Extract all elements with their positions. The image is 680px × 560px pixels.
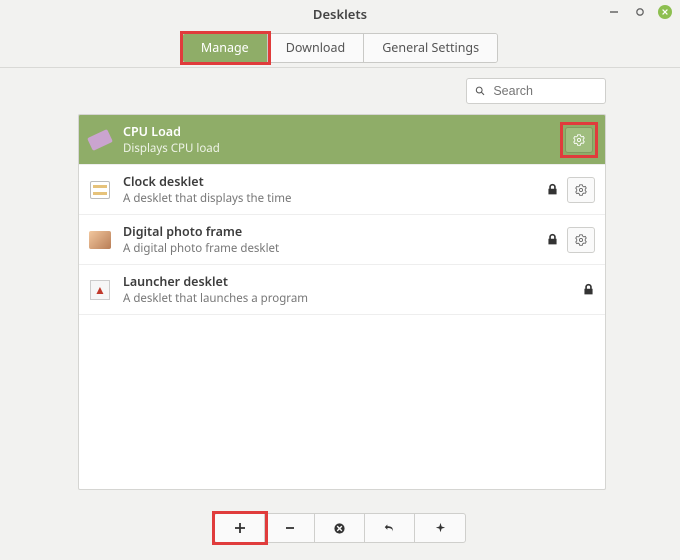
close-button[interactable] (658, 5, 672, 19)
tab-general-settings[interactable]: General Settings (364, 34, 497, 62)
tab-manage[interactable]: Manage (183, 34, 268, 62)
list-item[interactable]: ▲ Launcher desklet A desklet that launch… (79, 265, 605, 315)
toolbar-button-group (214, 513, 466, 543)
desklet-title: Launcher desklet (123, 273, 582, 290)
search-box[interactable] (466, 78, 606, 104)
gear-icon (574, 233, 588, 247)
list-item-text: CPU Load Displays CPU load (123, 123, 563, 156)
search-icon (475, 85, 485, 97)
titlebar: Desklets (0, 0, 680, 28)
gear-icon (572, 133, 586, 147)
highlight-manage-tab: Manage Download General Settings (180, 31, 500, 65)
desklet-subtitle: Displays CPU load (123, 141, 563, 156)
desklet-title: Digital photo frame (123, 223, 546, 240)
desklet-title: CPU Load (123, 123, 563, 140)
search-row (0, 68, 680, 110)
tab-label: General Settings (382, 39, 479, 56)
lock-icon (546, 233, 559, 246)
settings-button[interactable] (565, 127, 593, 153)
delete-icon (333, 522, 346, 535)
remove-button[interactable] (265, 514, 315, 542)
tab-label: Download (286, 39, 345, 56)
list-item-actions (563, 125, 595, 155)
minus-icon (284, 522, 296, 534)
tab-download[interactable]: Download (268, 34, 364, 62)
settings-button[interactable] (567, 227, 595, 253)
add-button[interactable] (215, 514, 265, 542)
list-item[interactable]: Clock desklet A desklet that displays th… (79, 165, 605, 215)
minimize-icon (609, 7, 619, 17)
upgrade-button[interactable] (415, 514, 465, 542)
content-area: CPU Load Displays CPU load Clock desk (0, 68, 680, 560)
tabs: Manage Download General Settings (182, 33, 498, 63)
desklet-icon: ▲ (89, 279, 111, 301)
desklet-subtitle: A desklet that launches a program (123, 291, 582, 306)
desklet-title: Clock desklet (123, 173, 546, 190)
minimize-button[interactable] (606, 4, 622, 20)
undo-icon (383, 521, 397, 535)
list-item[interactable]: CPU Load Displays CPU load (79, 115, 605, 165)
delete-button[interactable] (315, 514, 365, 542)
tab-label: Manage (201, 39, 249, 56)
list-item-actions (582, 283, 595, 296)
window-title: Desklets (313, 5, 367, 23)
desklet-subtitle: A digital photo frame desklet (123, 241, 546, 256)
search-input[interactable] (491, 83, 597, 99)
tabs-bar: Manage Download General Settings (0, 28, 680, 68)
sparkle-icon (434, 522, 447, 535)
maximize-icon (635, 7, 645, 17)
list-item[interactable]: Digital photo frame A digital photo fram… (79, 215, 605, 265)
lock-icon (582, 283, 595, 296)
list-item-text: Digital photo frame A digital photo fram… (123, 223, 546, 256)
desklet-list: CPU Load Displays CPU load Clock desk (78, 114, 606, 490)
bottom-toolbar (0, 512, 680, 544)
highlight-add-button (213, 512, 467, 544)
desklet-icon (89, 229, 111, 251)
window-controls (606, 4, 672, 20)
close-icon (661, 8, 669, 16)
lock-icon (546, 183, 559, 196)
gear-icon (574, 183, 588, 197)
plus-icon (234, 522, 246, 534)
highlight-settings-button (563, 125, 595, 155)
desklet-subtitle: A desklet that displays the time (123, 191, 546, 206)
maximize-button[interactable] (632, 4, 648, 20)
settings-button[interactable] (567, 177, 595, 203)
list-item-actions (546, 227, 595, 253)
undo-button[interactable] (365, 514, 415, 542)
desklet-icon (89, 179, 111, 201)
list-item-actions (546, 177, 595, 203)
list-item-text: Clock desklet A desklet that displays th… (123, 173, 546, 206)
list-item-text: Launcher desklet A desklet that launches… (123, 273, 582, 306)
desklet-icon (89, 129, 111, 151)
